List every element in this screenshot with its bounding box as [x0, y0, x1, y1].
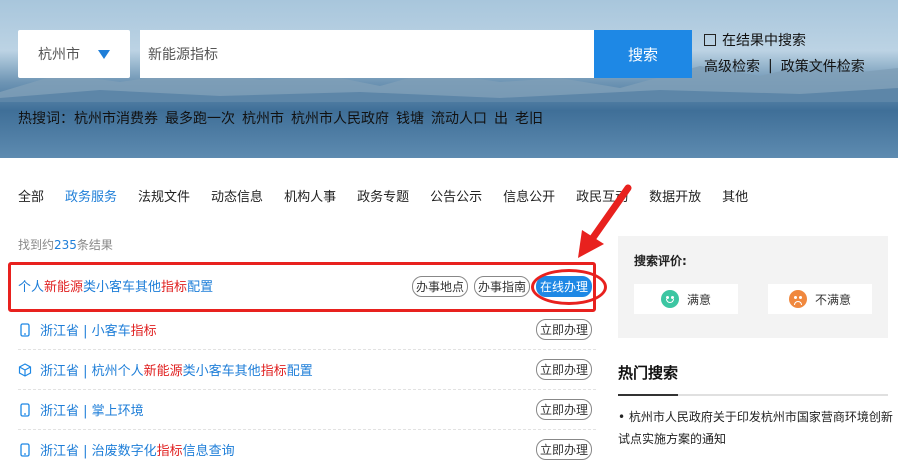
hot-word[interactable]: 杭州市人民政府: [291, 108, 389, 128]
result-row: 浙江省 | 掌上环境 立即办理: [18, 390, 596, 430]
tab-interaction[interactable]: 政民互动: [576, 186, 628, 205]
hot-search-item[interactable]: • 杭州市人民政府关于印发杭州市国家营商环境创新试点实施方案的通知: [618, 406, 894, 450]
hot-word[interactable]: 杭州市: [242, 108, 284, 128]
hot-word[interactable]: 钱塘: [396, 108, 424, 128]
search-rating-panel: 搜索评价: 满意 不满意: [618, 236, 888, 338]
search-query: 新能源指标: [148, 47, 218, 63]
title-text: 浙江省 | 小客车: [40, 324, 131, 339]
result-title[interactable]: 个人 新能源 类小客车其他 指标 配置: [18, 276, 213, 295]
apply-now-button[interactable]: 立即办理: [535, 439, 592, 460]
tab-other[interactable]: 其他: [722, 186, 748, 205]
tab-all[interactable]: 全部: [18, 186, 44, 205]
result-count: 找到约235条结果: [18, 236, 113, 253]
title-highlight: 指标: [260, 364, 287, 379]
title-text: 浙江省 | 治废数字化: [40, 444, 157, 459]
title-highlight: 指标: [161, 280, 188, 295]
phone-icon: [20, 402, 30, 417]
hot-word[interactable]: 流动人口: [431, 108, 487, 128]
results-list: 个人 新能源 类小客车其他 指标 配置 办事地点 办事指南 在线办理 浙江省 | 小客车…: [18, 262, 596, 465]
title-highlight: 指标: [130, 324, 157, 339]
result-count-suffix: 条结果: [76, 238, 113, 252]
city-select[interactable]: 杭州市: [18, 30, 130, 78]
hot-words: 热搜词： 杭州市消费券 最多跑一次 杭州市 杭州市人民政府 钱塘 流动人口 出 …: [18, 108, 550, 128]
title-text: 浙江省 | 杭州个人: [40, 364, 144, 379]
title-text: 信息查询: [182, 444, 235, 459]
unsatisfied-button[interactable]: 不满意: [768, 284, 872, 314]
result-actions: 立即办理: [530, 319, 592, 340]
apply-now-button[interactable]: 立即办理: [535, 319, 592, 340]
hot-word[interactable]: 最多跑一次: [165, 108, 235, 128]
search-banner: 杭州市 新能源指标 搜索 在结果中搜索 高级检索 | 政策文件检索 热搜词： 杭…: [0, 0, 898, 158]
title-highlight: 新能源: [44, 280, 84, 295]
hot-search-divider: [618, 394, 888, 396]
tab-news[interactable]: 动态信息: [211, 186, 263, 205]
title-text: 配置: [286, 364, 313, 379]
phone-icon: [20, 442, 30, 457]
result-title[interactable]: 浙江省 | 小客车 指标: [18, 320, 157, 339]
search-in-results-checkbox[interactable]: 在结果中搜索: [704, 30, 806, 50]
result-actions: 立即办理: [530, 439, 592, 460]
service-location-button[interactable]: 办事地点: [411, 276, 468, 297]
result-row: 浙江省 | 治废数字化 指标 信息查询 立即办理: [18, 430, 596, 465]
tab-open-data[interactable]: 数据开放: [649, 186, 701, 205]
hot-word[interactable]: 出: [494, 108, 508, 128]
result-row: 浙江省 | 小客车 指标 立即办理: [18, 310, 596, 350]
link-separator: |: [768, 58, 773, 74]
city-label: 杭州市: [38, 47, 80, 63]
title-text: 类小客车其他: [83, 280, 162, 295]
satisfied-button[interactable]: 满意: [634, 284, 738, 314]
unsatisfied-label: 不满意: [814, 292, 851, 307]
search-button[interactable]: 搜索: [594, 30, 692, 78]
tab-personnel[interactable]: 机构人事: [284, 186, 336, 205]
title-text: 类小客车其他: [182, 364, 261, 379]
tab-regulations[interactable]: 法规文件: [138, 186, 190, 205]
result-title[interactable]: 浙江省 | 掌上环境: [18, 400, 144, 419]
result-actions: 办事地点 办事指南 在线办理: [406, 276, 592, 297]
hot-words-label: 热搜词：: [18, 111, 74, 127]
title-highlight: 指标: [156, 444, 183, 459]
apply-now-button[interactable]: 立即办理: [535, 399, 592, 420]
result-actions: 立即办理: [530, 399, 592, 420]
advanced-search-link[interactable]: 高级检索: [704, 56, 760, 76]
advanced-links: 高级检索 | 政策文件检索: [704, 56, 865, 76]
online-apply-button[interactable]: 在线办理: [535, 276, 592, 297]
hot-word[interactable]: 杭州市消费券: [74, 108, 158, 128]
result-actions: 立即办理: [530, 359, 592, 380]
category-tabs: 全部 政务服务 法规文件 动态信息 机构人事 政务专题 公告公示 信息公开 政民…: [18, 186, 769, 205]
tab-notices[interactable]: 公告公示: [430, 186, 482, 205]
satisfied-label: 满意: [686, 292, 711, 307]
result-row: 个人 新能源 类小客车其他 指标 配置 办事地点 办事指南 在线办理: [18, 262, 596, 310]
search-in-results-label: 在结果中搜索: [722, 33, 806, 49]
rating-title: 搜索评价:: [634, 254, 687, 268]
result-count-prefix: 找到约: [18, 238, 55, 252]
title-text: 个人: [18, 280, 45, 295]
cube-icon: [18, 362, 32, 377]
checkbox-icon[interactable]: [704, 34, 716, 46]
tab-disclosure[interactable]: 信息公开: [503, 186, 555, 205]
apply-now-button[interactable]: 立即办理: [535, 359, 592, 380]
result-title[interactable]: 浙江省 | 治废数字化 指标 信息查询: [18, 440, 235, 459]
title-highlight: 新能源: [143, 364, 183, 379]
smile-icon: [660, 290, 679, 308]
policy-search-link[interactable]: 政策文件检索: [781, 56, 865, 76]
phone-icon: [20, 322, 30, 337]
result-count-number: 235: [54, 238, 77, 252]
title-text: 浙江省 | 掌上环境: [40, 404, 144, 419]
service-guide-button[interactable]: 办事指南: [473, 276, 530, 297]
hot-word[interactable]: 老旧: [515, 108, 543, 128]
result-row: 浙江省 | 杭州个人 新能源 类小客车其他 指标 配置 立即办理: [18, 350, 596, 390]
result-title[interactable]: 浙江省 | 杭州个人 新能源 类小客车其他 指标 配置: [18, 360, 313, 379]
chevron-down-icon: [98, 50, 110, 59]
tab-gov-services[interactable]: 政务服务: [65, 186, 117, 205]
hot-search-title: 热门搜索: [618, 364, 679, 382]
frown-icon: [788, 290, 807, 308]
title-text: 配置: [187, 280, 214, 295]
tab-topics[interactable]: 政务专题: [357, 186, 409, 205]
search-input[interactable]: 新能源指标: [140, 30, 594, 78]
